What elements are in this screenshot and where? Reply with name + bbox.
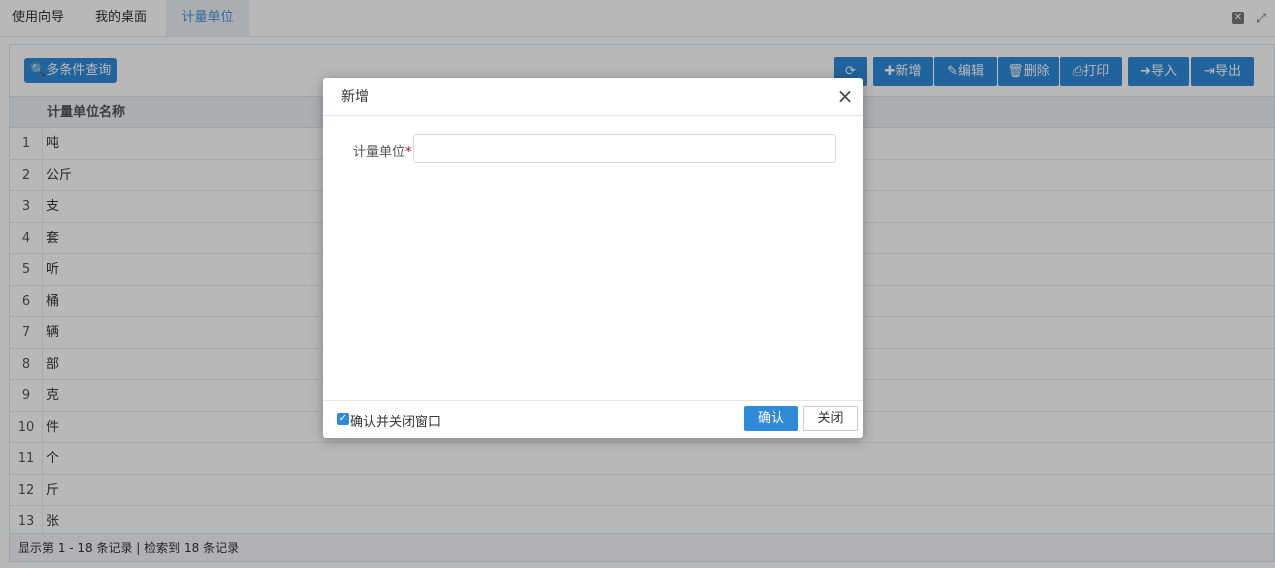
required-mark: * xyxy=(405,145,412,160)
dialog-footer: ✓ 确认并关闭窗口 确认 关闭 xyxy=(323,400,863,438)
cancel-button[interactable]: 关闭 xyxy=(803,406,858,431)
unit-input[interactable] xyxy=(413,134,836,163)
confirm-button[interactable]: 确认 xyxy=(744,406,798,431)
checkbox-label: 确认并关闭窗口 xyxy=(350,415,442,430)
close-after-confirm-checkbox[interactable]: ✓ xyxy=(337,413,349,425)
add-dialog: 新增 × 计量单位* ✓ 确认并关闭窗口 确认 关闭 xyxy=(323,78,863,438)
close-icon[interactable]: × xyxy=(835,86,855,106)
dialog-title: 新增 xyxy=(323,78,863,116)
unit-field-label: 计量单位* xyxy=(353,145,412,160)
